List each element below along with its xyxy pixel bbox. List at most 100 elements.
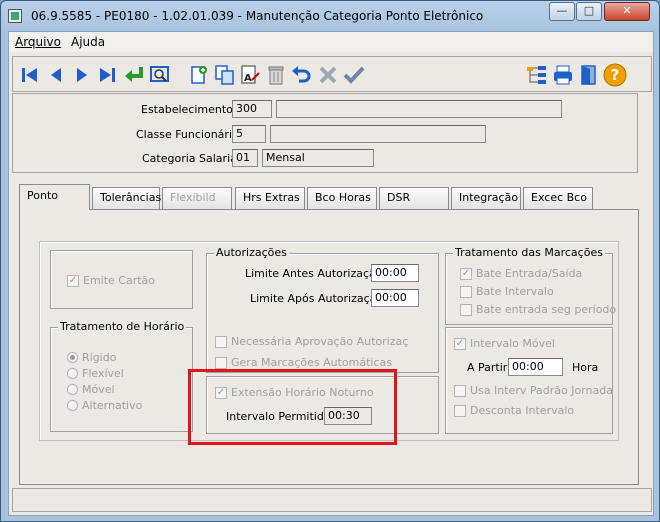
- estabelecimento-code-field[interactable]: 300: [232, 100, 272, 118]
- print-icon[interactable]: [551, 63, 575, 87]
- close-button[interactable]: ✕: [604, 2, 650, 21]
- radio-alternativo-icon: [67, 400, 78, 411]
- desconta-intervalo-label: Desconta Intervalo: [470, 404, 575, 417]
- menu-ajuda[interactable]: Ajuda: [71, 35, 105, 49]
- next-record-icon[interactable]: [70, 63, 94, 87]
- menu-ajuda-label: Ajuda: [71, 35, 106, 49]
- maximize-button[interactable]: □: [576, 2, 602, 21]
- classe-label: Classe Funcionário:: [136, 128, 243, 141]
- undo-icon[interactable]: [290, 63, 314, 87]
- navigate-tree-icon[interactable]: [525, 63, 549, 87]
- intervalo-movel-label: Intervalo Móvel: [470, 337, 555, 350]
- tab-bco-horas[interactable]: Bco Horas: [307, 187, 377, 209]
- bate-entrada-seg-checkbox[interactable]: Bate entrada seg período: [460, 303, 616, 316]
- title-bar: 06.9.5585 - PE0180 - 1.02.01.039 - Manut…: [1, 1, 659, 31]
- desconta-intervalo-box: [454, 404, 466, 417]
- zoom-icon[interactable]: [148, 63, 172, 87]
- toolbar: A ?: [12, 56, 652, 92]
- gera-marcacoes-label: Gera Marcações Automáticas: [231, 356, 393, 369]
- delete-icon[interactable]: [264, 63, 288, 87]
- bate-entrada-seg-label: Bate entrada seg período: [476, 303, 617, 316]
- usa-interv-box: [454, 384, 466, 397]
- categoria-code-field[interactable]: 01: [232, 149, 258, 167]
- new-icon[interactable]: [187, 63, 211, 87]
- radio-flexivel-label: Flexível: [82, 367, 124, 380]
- intervalo-movel-group: ✓ Intervalo Móvel A Partir: 00:00 Hora Us…: [445, 327, 613, 434]
- tab-dsr[interactable]: DSR: [379, 187, 449, 209]
- classe-code-field[interactable]: 5: [232, 125, 266, 143]
- necessaria-aprovacao-label: Necessária Aprovação Autorizaç: [231, 335, 409, 348]
- help-icon[interactable]: ?: [603, 63, 627, 87]
- estabelecimento-desc-field[interactable]: [276, 100, 562, 118]
- menu-arquivo[interactable]: Arquivo: [15, 35, 61, 49]
- classe-desc-field[interactable]: [270, 125, 486, 143]
- tab-excec-bco[interactable]: Excec Bco: [523, 187, 593, 209]
- radio-movel-icon: [67, 384, 78, 395]
- goto-icon[interactable]: [122, 63, 146, 87]
- bate-entrada-saida-label: Bate Entrada/Saída: [476, 267, 583, 280]
- tratamento-marcacoes-title: Tratamento das Marcações: [453, 246, 605, 259]
- necessaria-aprovacao-checkbox[interactable]: Necessária Aprovação Autorizaç: [215, 335, 408, 348]
- gera-marcacoes-box: [215, 356, 227, 369]
- desconta-intervalo-checkbox[interactable]: Desconta Intervalo: [454, 404, 574, 417]
- emite-cartao-checkbox[interactable]: ✓ Emite Cartão: [67, 274, 155, 287]
- copy-icon[interactable]: [213, 63, 237, 87]
- categoria-desc-field[interactable]: Mensal: [262, 149, 374, 167]
- highlight-annotation: [188, 369, 397, 445]
- last-record-icon[interactable]: [95, 63, 119, 87]
- radio-movel-label: Móvel: [82, 383, 115, 396]
- radio-rigido-icon: [67, 352, 78, 363]
- help-glyph: ?: [611, 66, 620, 84]
- bate-entrada-seg-box: [460, 303, 472, 316]
- radio-alternativo-label: Alternativo: [82, 399, 143, 412]
- intervalo-movel-checkbox[interactable]: ✓ Intervalo Móvel: [454, 337, 555, 350]
- emite-cartao-group: ✓ Emite Cartão: [50, 250, 193, 309]
- bate-intervalo-label: Bate Intervalo: [476, 285, 554, 298]
- a-partir-label: A Partir:: [467, 361, 511, 374]
- status-bar: [12, 488, 652, 512]
- tab-hrs-extras[interactable]: Hrs Extras: [235, 187, 305, 209]
- autorizacoes-title: Autorizações: [214, 246, 289, 259]
- tratamento-horario-title: Tratamento de Horário: [58, 320, 187, 333]
- bate-entrada-saida-checkbox[interactable]: ✓ Bate Entrada/Saída: [460, 267, 582, 280]
- tab-flexibild: Flexibild: [162, 187, 232, 209]
- usa-interv-label: Usa Interv Padrão Jornada: [470, 384, 613, 397]
- edit-icon[interactable]: A: [238, 63, 262, 87]
- autorizacoes-group: Autorizações Limite Antes Autorização: 0…: [206, 246, 439, 373]
- window-title: 06.9.5585 - PE0180 - 1.02.01.039 - Manut…: [31, 9, 484, 23]
- limite-apos-field[interactable]: 00:00: [371, 289, 419, 307]
- limite-antes-label: Limite Antes Autorização:: [245, 267, 387, 280]
- tab-ponto[interactable]: Ponto: [19, 184, 90, 210]
- tratamento-marcacoes-group: Tratamento das Marcações ✓ Bate Entrada/S…: [445, 246, 616, 325]
- bate-intervalo-checkbox[interactable]: Bate Intervalo: [460, 285, 554, 298]
- cancel-icon[interactable]: [316, 63, 340, 87]
- radio-movel[interactable]: Móvel: [67, 383, 115, 396]
- svg-text:A: A: [244, 73, 252, 84]
- radio-alternativo[interactable]: Alternativo: [67, 399, 142, 412]
- tratamento-horario-group: Tratamento de Horário Rígido Flexível Mó…: [50, 320, 193, 432]
- bate-intervalo-box: [460, 285, 472, 298]
- minimize-button[interactable]: —: [549, 2, 575, 21]
- emite-cartao-check-icon: ✓: [67, 274, 79, 287]
- tab-tolerancias[interactable]: Tolerâncias: [92, 187, 161, 209]
- radio-rigido[interactable]: Rígido: [67, 351, 116, 364]
- radio-rigido-label: Rígido: [82, 351, 117, 364]
- usa-interv-checkbox[interactable]: Usa Interv Padrão Jornada: [454, 384, 613, 397]
- menu-bar: Arquivo Ajuda: [9, 32, 653, 52]
- menu-arquivo-label: Arquivo: [15, 35, 61, 49]
- radio-flexivel-icon: [67, 368, 78, 379]
- confirm-icon[interactable]: [342, 63, 366, 87]
- limite-antes-field[interactable]: 00:00: [371, 264, 419, 282]
- intervalo-movel-check-icon: ✓: [454, 337, 466, 350]
- estabelecimento-label: Estabelecimento:: [141, 103, 237, 116]
- header-panel: Estabelecimento: 300 Classe Funcionário:…: [12, 93, 638, 173]
- tab-integracao[interactable]: Integração: [451, 187, 521, 209]
- a-partir-field[interactable]: 00:00: [508, 358, 563, 376]
- first-record-icon[interactable]: [18, 63, 42, 87]
- categoria-label: Categoria Salarial:: [142, 152, 244, 165]
- necessaria-aprovacao-box: [215, 335, 227, 348]
- exit-icon[interactable]: [577, 63, 601, 87]
- gera-marcacoes-checkbox[interactable]: Gera Marcações Automáticas: [215, 356, 392, 369]
- radio-flexivel[interactable]: Flexível: [67, 367, 124, 380]
- previous-record-icon[interactable]: [44, 63, 68, 87]
